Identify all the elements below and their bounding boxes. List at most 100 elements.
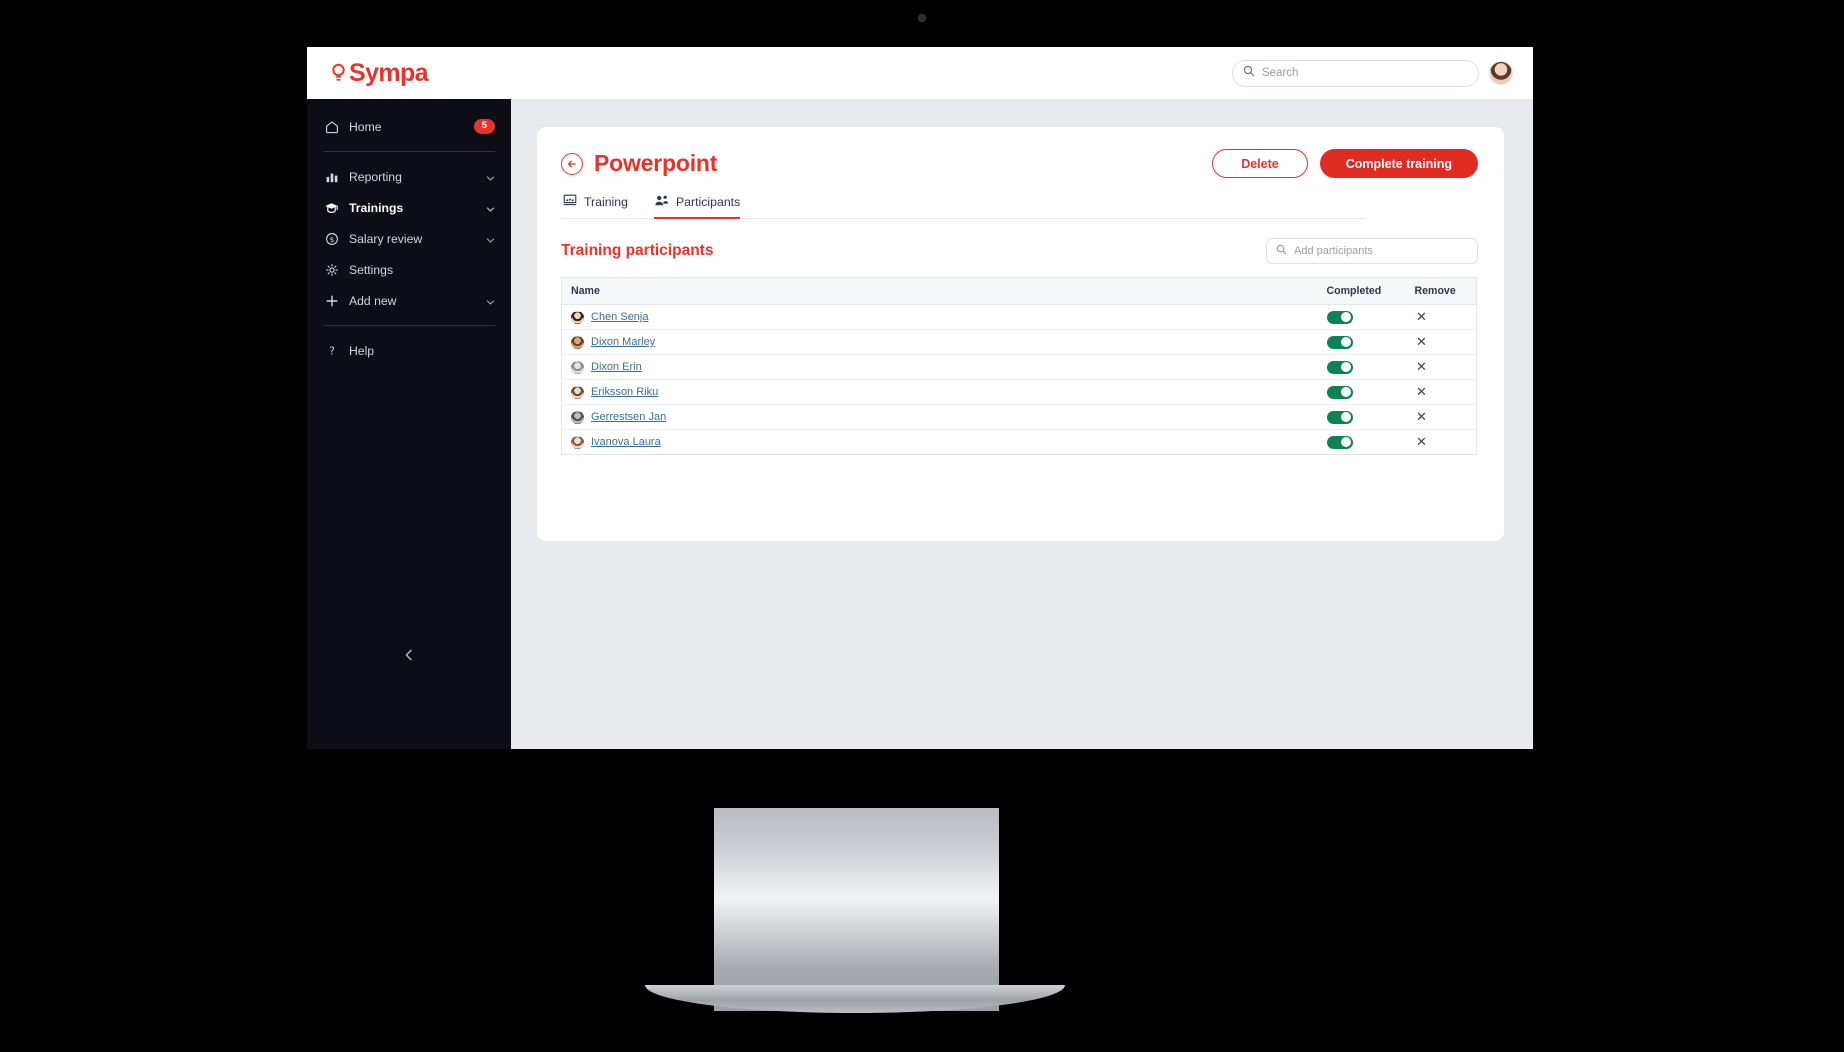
page-title: Powerpoint [594,150,718,176]
training-detail-card: Powerpoint Delete Complete training Trai… [537,127,1504,541]
cell-name: Dixon Erin [561,354,1327,380]
completed-toggle[interactable] [1326,335,1353,349]
table-row: Gerrestsen Jan ✕ [561,404,1477,430]
graduation-cap-icon [324,200,339,215]
sidebar-collapse-button[interactable] [307,648,511,667]
toggle-knob [1341,337,1351,347]
sidebar-item-help[interactable]: ? Help [307,335,511,366]
cell-completed [1326,430,1415,455]
gear-icon [324,262,339,277]
delete-button[interactable]: Delete [1212,149,1308,178]
svg-text:?: ? [329,345,335,357]
sidebar-item-label: Add new [349,293,397,308]
completed-toggle[interactable] [1326,385,1353,399]
sidebar-group-primary: Home 5 [307,99,511,142]
add-participants-input[interactable]: Add participants [1266,238,1478,264]
completed-toggle[interactable] [1326,435,1353,449]
column-header-remove: Remove [1414,277,1477,305]
card-header: Powerpoint Delete Complete training [537,127,1504,178]
sidebar-item-salary-review[interactable]: $ Salary review [307,223,511,254]
chevron-down-icon[interactable] [486,234,495,243]
cell-remove: ✕ [1415,430,1477,455]
toggle-knob [1341,312,1351,322]
search-icon [1276,242,1287,260]
close-icon[interactable]: ✕ [1415,360,1429,373]
avatar [571,360,584,374]
participant-name-link[interactable]: Eriksson Riku [591,386,658,398]
chevron-left-icon [403,648,415,667]
sidebar-item-label: Home [349,119,382,134]
sidebar-item-settings[interactable]: Settings [307,254,511,285]
toggle-knob [1341,362,1351,372]
sidebar-item-reporting[interactable]: Reporting [307,161,511,192]
search-input[interactable]: Search [1232,59,1479,87]
cell-name: Ivanova Laura [562,430,1327,455]
sidebar-item-add-new[interactable]: Add new [307,285,511,316]
top-bar-right: Search [1232,59,1513,87]
tab-label: Participants [675,195,741,209]
close-icon[interactable]: ✕ [1415,385,1429,398]
table-row: Ivanova Laura ✕ [562,430,1477,455]
table-row: Chen Senja ✕ [561,304,1477,330]
top-bar: Sympa Search [307,47,1533,99]
sidebar-item-trainings[interactable]: Trainings [307,192,511,223]
cell-name: Chen Senja [561,304,1327,330]
participants-table: Name Completed Remove Chen Senja ✕ Dixon M… [561,277,1477,455]
add-participants-placeholder: Add participants [1294,245,1373,257]
table-header-row: Name Completed Remove [561,277,1477,305]
tab-participants[interactable]: Participants [653,194,741,219]
column-header-completed: Completed [1326,277,1415,305]
monitor-scene: Sympa Search Home 5 Reporting Trainings … [0,0,1844,1052]
close-icon[interactable]: ✕ [1415,335,1429,348]
sidebar: Home 5 Reporting Trainings $ Salary revi… [307,99,511,749]
bar-chart-icon [324,169,339,184]
completed-toggle[interactable] [1326,360,1353,374]
cell-remove: ✕ [1414,354,1477,380]
content-area: Powerpoint Delete Complete training Trai… [511,99,1533,749]
tab-bar: Training Participants [561,194,1366,219]
participant-name-link[interactable]: Chen Senja [591,311,649,323]
avatar [571,385,584,399]
arrow-left-circle-icon[interactable] [561,152,583,175]
cell-completed [1326,379,1415,405]
close-icon[interactable]: ✕ [1415,435,1429,448]
chevron-down-icon[interactable] [486,203,495,212]
completed-toggle[interactable] [1326,410,1353,424]
app-logo[interactable]: Sympa [330,58,429,87]
section-title: Training participants [561,242,714,259]
lightbulb-icon [330,63,347,83]
participant-name-link[interactable]: Dixon Marley [591,336,655,348]
presentation-icon [563,194,577,210]
avatar[interactable] [1489,61,1513,85]
chevron-down-icon[interactable] [486,172,495,181]
avatar [571,310,584,324]
participant-name-link[interactable]: Dixon Erin [591,361,642,373]
logo-text: Sympa [349,58,429,87]
webcam-dot [918,14,926,22]
sidebar-item-label: Salary review [349,231,423,246]
tab-training[interactable]: Training [563,194,628,219]
chevron-down-icon[interactable] [486,296,495,305]
section-header: Training participants Add participants [561,238,1478,264]
cell-remove: ✕ [1414,304,1477,330]
cell-completed [1326,354,1415,380]
sidebar-item-home[interactable]: Home 5 [307,111,511,142]
screen: Sympa Search Home 5 Reporting Trainings … [307,47,1533,749]
cell-completed [1326,329,1415,355]
participant-name-link[interactable]: Ivanova Laura [591,436,661,448]
search-icon [1243,64,1255,82]
table-row: Eriksson Riku ✕ [561,379,1477,405]
close-icon[interactable]: ✕ [1415,410,1429,423]
sidebar-item-label: Reporting [349,169,402,184]
dollar-circle-icon: $ [324,231,339,246]
cell-completed [1326,304,1415,330]
completed-toggle[interactable] [1326,310,1353,324]
question-mark-icon: ? [324,343,339,358]
avatar [571,435,584,449]
participant-name-link[interactable]: Gerrestsen Jan [591,411,666,423]
close-icon[interactable]: ✕ [1415,310,1429,323]
sidebar-group-modules: Reporting Trainings $ Salary review Sett… [307,161,511,316]
complete-training-button[interactable]: Complete training [1319,149,1478,178]
sidebar-divider [323,325,495,326]
home-badge: 5 [473,119,495,134]
